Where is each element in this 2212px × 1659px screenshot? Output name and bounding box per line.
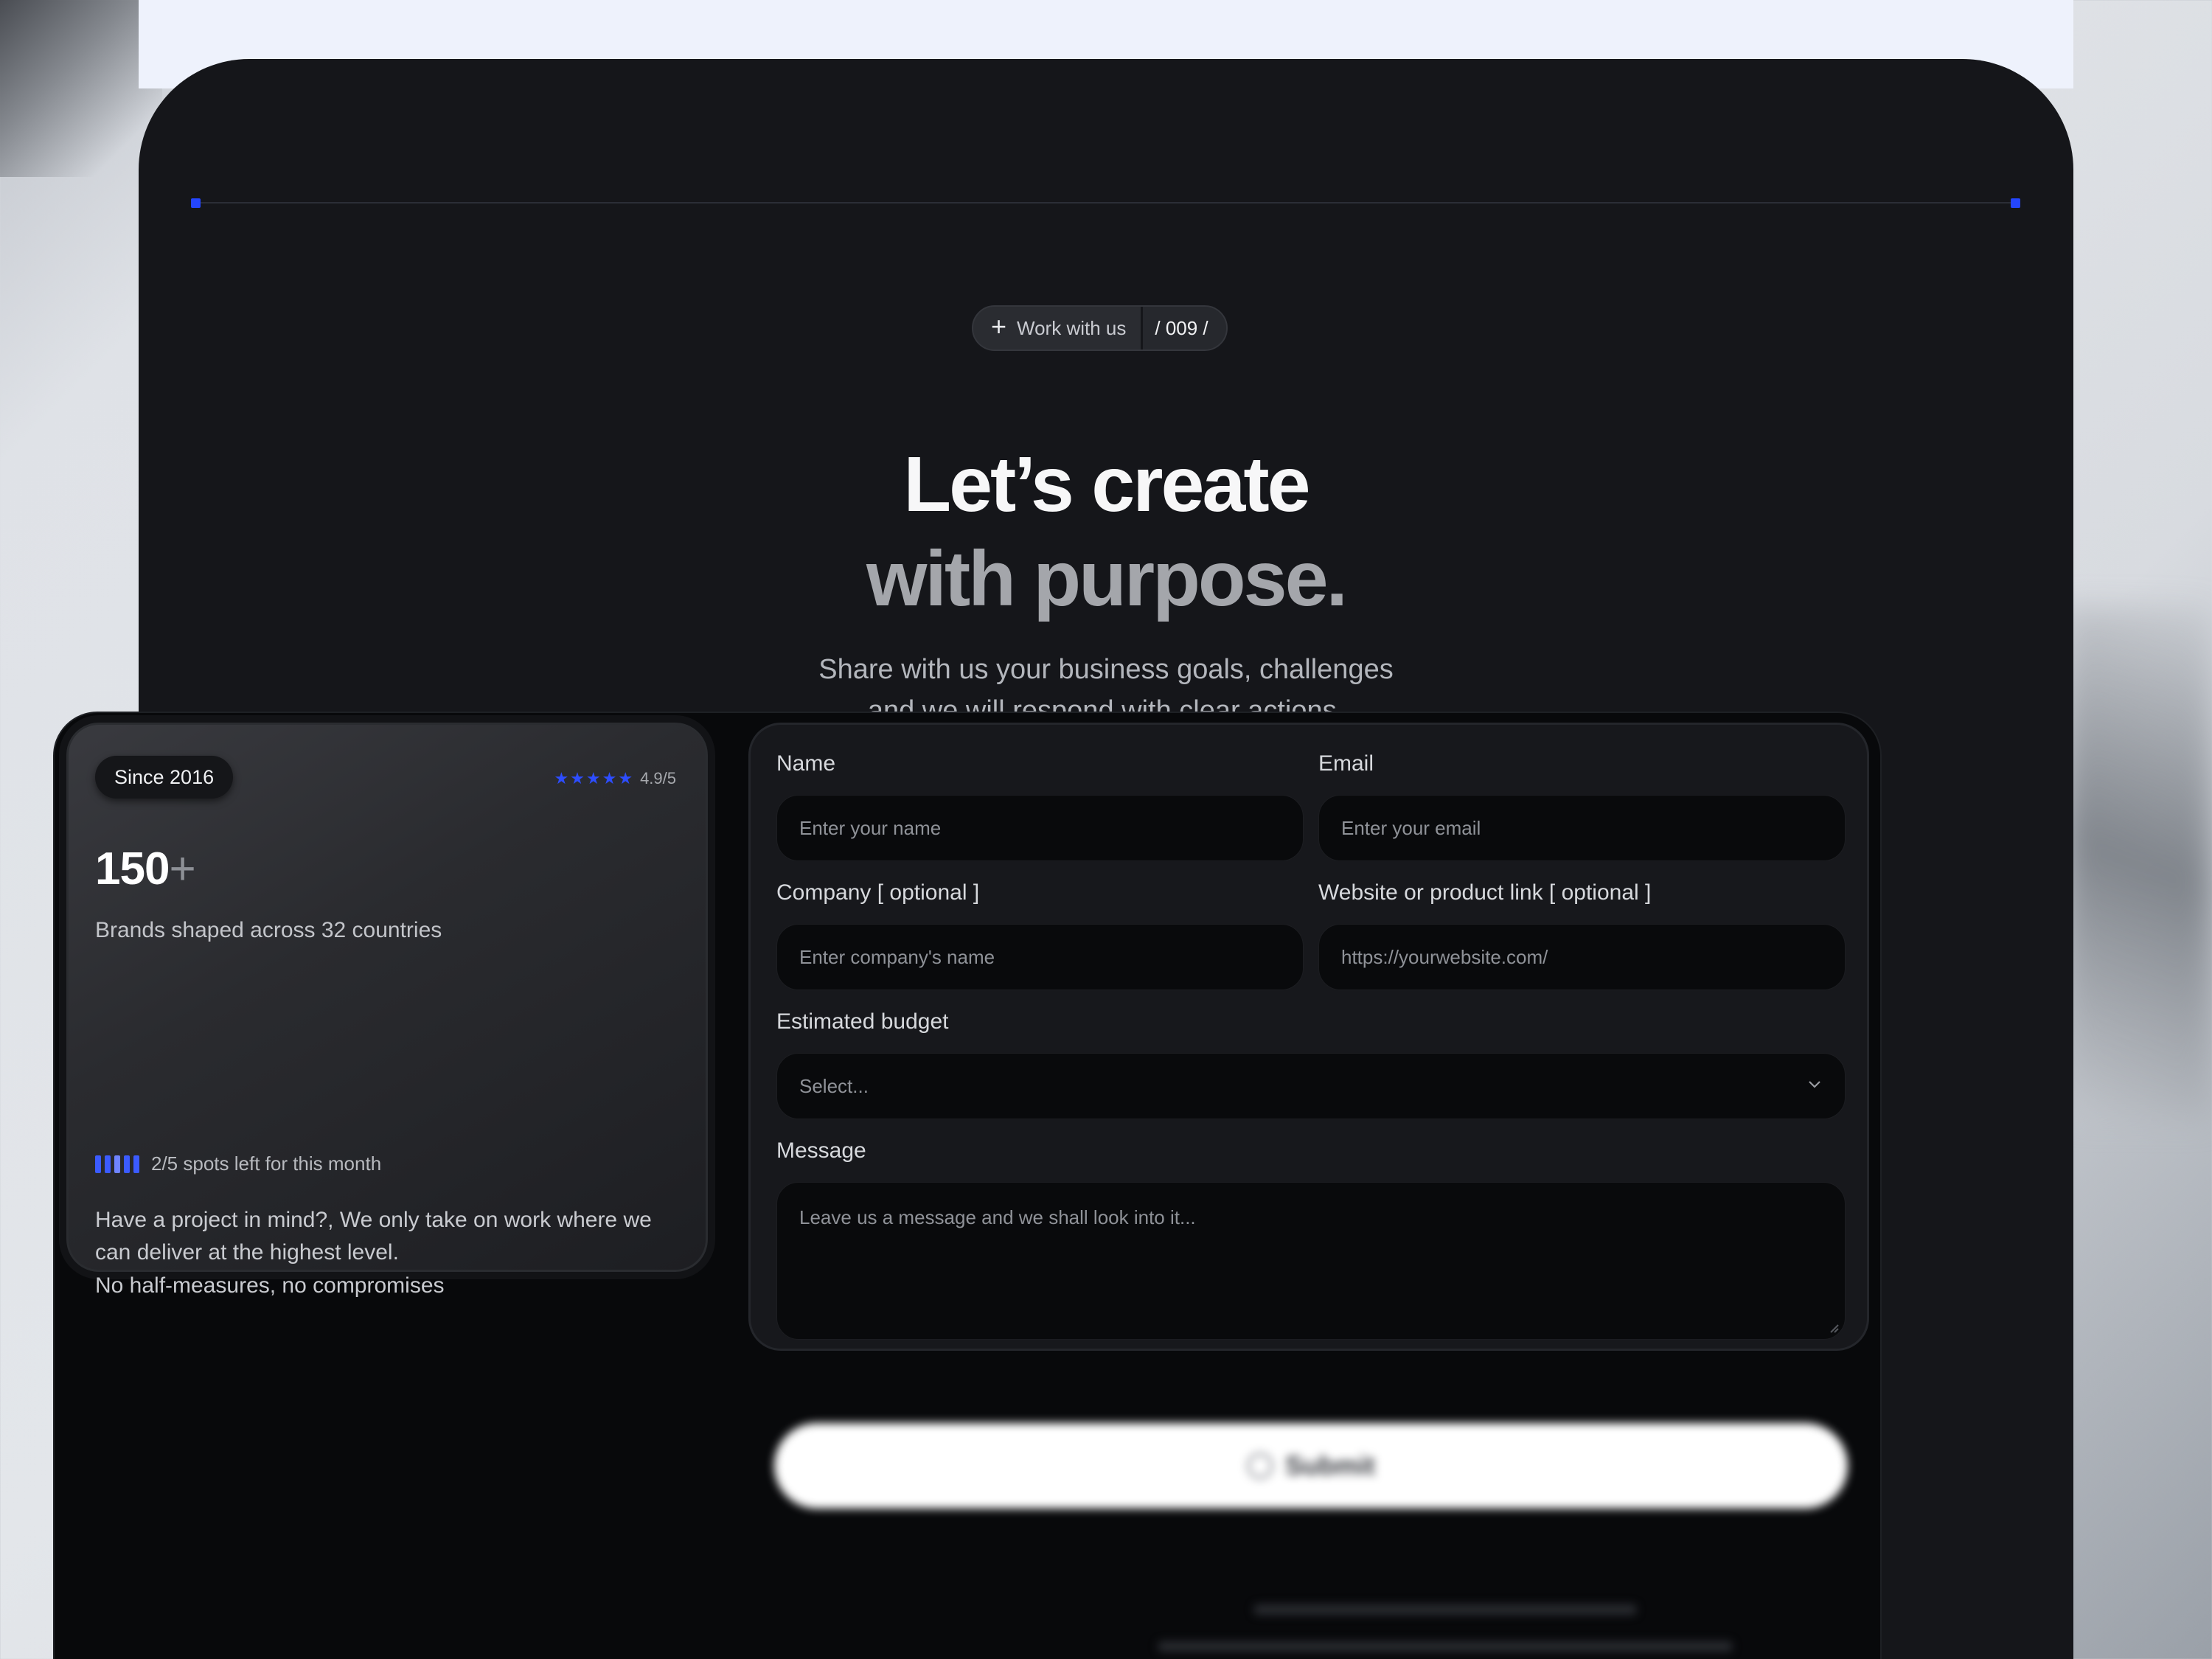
brands-count-value: 150 <box>95 844 170 894</box>
rating-value: 4.9/5 <box>640 769 676 787</box>
subtitle-line-1: Share with us your business goals, chall… <box>818 654 1394 685</box>
since-badge: Since 2016 <box>95 756 234 799</box>
message-textarea[interactable]: Leave us a message and we shall look int… <box>776 1182 1846 1340</box>
background-shadow <box>0 0 162 177</box>
message-label: Message <box>776 1138 866 1163</box>
chevron-down-icon <box>1809 1081 1820 1088</box>
company-input[interactable]: Enter company's name <box>776 924 1304 990</box>
availability-bars-icon <box>95 1155 139 1173</box>
star-icons: ★★★★★ <box>554 769 635 787</box>
rating: ★★★★★ 4.9/5 <box>554 769 676 788</box>
company-label: Company [ optional ] <box>776 880 980 905</box>
divider-handle <box>2011 198 2020 208</box>
budget-value: Select... <box>799 1074 869 1097</box>
hero-title-line-1: Let’s create <box>903 441 1310 528</box>
divider-handle <box>191 198 201 208</box>
submit-button[interactable]: Submit <box>774 1423 1848 1509</box>
message-placeholder: Leave us a message and we shall look int… <box>799 1206 1196 1228</box>
contact-form: Name Enter your name Email Enter your em… <box>748 723 1869 1351</box>
badge-label: Work with us <box>1017 316 1127 339</box>
footer-note-blurred <box>1158 1641 1733 1652</box>
background-shadow <box>2065 605 2212 1121</box>
section-badge: + Work with us / 009 / <box>972 305 1228 351</box>
brands-count: 150+ <box>95 843 196 895</box>
footer-note-blurred <box>1253 1604 1637 1615</box>
divider-line <box>196 202 2016 204</box>
availability-text: 2/5 spots left for this month <box>151 1152 382 1175</box>
plus-icon: + <box>991 311 1007 341</box>
work-with-us-tag: + Work with us <box>973 307 1141 349</box>
resize-handle-icon[interactable] <box>1829 1323 1839 1333</box>
section-index: / 009 / <box>1141 307 1226 349</box>
website-label: Website or product link [ optional ] <box>1318 880 1652 905</box>
info-card: Since 2016 ★★★★★ 4.9/5 150+ Brands shape… <box>66 723 708 1298</box>
submit-label: Submit <box>1285 1450 1375 1481</box>
brands-count-suffix: + <box>169 844 195 894</box>
hero-title-line-2: with purpose. <box>866 535 1348 622</box>
website-input[interactable]: https://yourwebsite.com/ <box>1318 924 1846 990</box>
project-text: Have a project in mind?, We only take on… <box>95 1208 652 1265</box>
brands-caption: Brands shaped across 32 countries <box>95 918 442 942</box>
submit-icon <box>1247 1453 1273 1479</box>
budget-label: Estimated budget <box>776 1009 949 1034</box>
email-input[interactable]: Enter your email <box>1318 795 1846 861</box>
budget-select[interactable]: Select... <box>776 1053 1846 1119</box>
name-label: Name <box>776 751 836 776</box>
email-label: Email <box>1318 751 1374 776</box>
no-compromise-text: No half-measures, no compromises <box>95 1273 445 1298</box>
name-input[interactable]: Enter your name <box>776 795 1304 861</box>
availability: 2/5 spots left for this month <box>95 1152 381 1175</box>
